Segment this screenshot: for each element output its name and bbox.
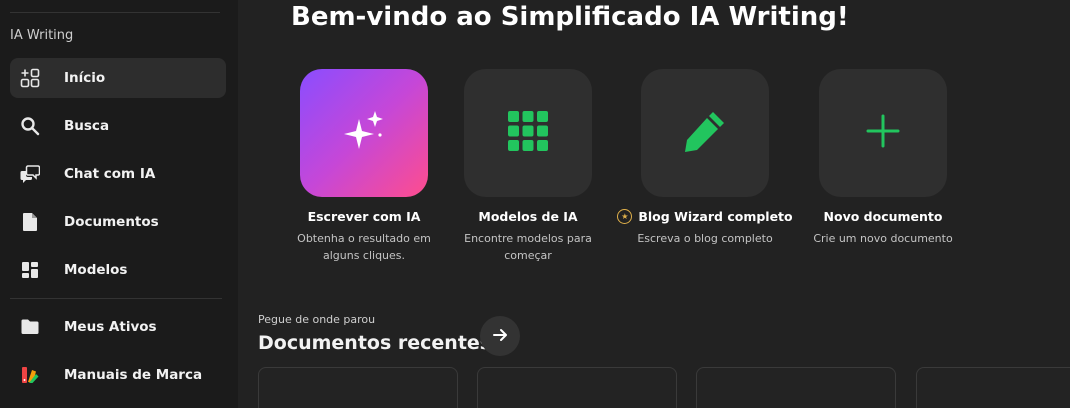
card-blog-wizard[interactable]: ★ Blog Wizard completo Escreva o blog co… (605, 69, 805, 247)
sidebar-divider (10, 298, 222, 299)
recent-title: Documentos recentes (258, 332, 492, 354)
card-title: Modelos de IA (478, 209, 578, 224)
sidebar-item-chat[interactable]: Chat com IA (10, 154, 226, 194)
sidebar-section-label: IA Writing (10, 28, 74, 43)
card-tile[interactable] (819, 69, 947, 197)
grid-icon (508, 111, 548, 155)
sidebar-item-documentos[interactable]: Documentos (10, 202, 226, 242)
folder-icon (20, 317, 40, 337)
sidebar-item-label: Modelos (64, 262, 128, 278)
card-title: ★ Blog Wizard completo (605, 209, 805, 224)
pencil-icon (682, 108, 728, 158)
recent-subtitle: Pegue de onde parou (258, 313, 376, 326)
document-icon (20, 212, 40, 232)
plus-icon (865, 113, 901, 153)
sidebar-item-label: Manuais de Marca (64, 367, 203, 383)
chat-icon (20, 164, 40, 184)
recent-document-card[interactable] (916, 367, 1070, 408)
card-description: Crie um novo documento (813, 232, 953, 245)
page-title: Bem-vindo ao Simplificado IA Writing! (291, 2, 849, 32)
sidebar-item-busca[interactable]: Busca (10, 106, 226, 146)
card-tile[interactable] (464, 69, 592, 197)
card-novo-documento[interactable]: Novo documento Crie um novo documento (783, 69, 983, 247)
search-icon (20, 116, 40, 136)
brand-palette-icon (20, 365, 40, 385)
card-modelos-de-ia[interactable]: Modelos de IA Encontre modelos para come… (428, 69, 628, 264)
sidebar-item-inicio[interactable]: Início (10, 58, 226, 98)
recent-view-all-button[interactable] (480, 316, 520, 356)
sidebar-item-manuais-de-marca[interactable]: Manuais de Marca (10, 355, 226, 395)
main-content: Bem-vindo ao Simplificado IA Writing! Es… (238, 0, 1070, 408)
recent-document-card[interactable] (696, 367, 896, 408)
sidebar-item-modelos[interactable]: Modelos (10, 250, 226, 290)
recent-document-card[interactable] (477, 367, 677, 408)
arrow-right-icon (493, 327, 507, 346)
sidebar-divider (10, 12, 220, 13)
sidebar-item-label: Chat com IA (64, 166, 156, 182)
card-title: Novo documento (823, 209, 943, 224)
sidebar: IA Writing Início Busca Chat com IA Docu… (0, 0, 238, 408)
sidebar-item-label: Meus Ativos (64, 319, 157, 335)
sidebar-item-meus-ativos[interactable]: Meus Ativos (10, 307, 226, 347)
templates-icon (20, 260, 40, 280)
card-tile[interactable] (300, 69, 428, 197)
sidebar-item-label: Busca (64, 118, 110, 134)
sidebar-item-label: Início (64, 70, 106, 86)
card-tile[interactable] (641, 69, 769, 197)
card-description: Obtenha o resultado em alguns cliques. (297, 232, 431, 262)
card-description: Encontre modelos para começar (464, 232, 592, 262)
card-description: Escreva o blog completo (637, 232, 773, 245)
recent-document-card[interactable] (258, 367, 458, 408)
sparkles-icon (342, 109, 386, 157)
sidebar-item-label: Documentos (64, 214, 159, 230)
premium-star-icon: ★ (617, 209, 633, 224)
dashboard-plus-icon (20, 68, 40, 88)
